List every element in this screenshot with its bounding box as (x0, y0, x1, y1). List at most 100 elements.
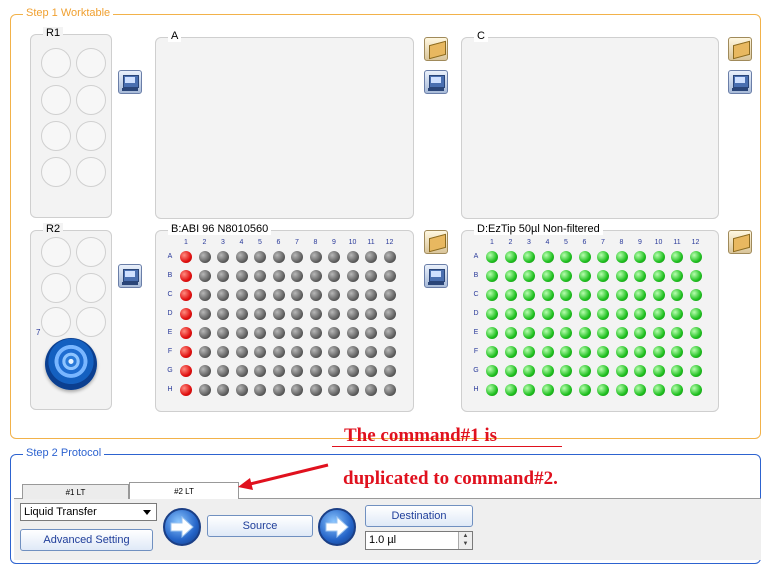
plate-well-E5[interactable] (560, 327, 572, 339)
plate-well-E7[interactable] (597, 327, 609, 339)
plate-well-A11[interactable] (671, 251, 683, 263)
plate-well-F6[interactable] (272, 346, 285, 358)
plate-well-A10[interactable] (346, 251, 359, 263)
plate-well-C5[interactable] (254, 289, 266, 301)
plate-well-B4[interactable] (541, 270, 554, 282)
plate-well-H6[interactable] (578, 384, 591, 396)
plate-well-G3[interactable] (217, 365, 229, 377)
plate-well-H11[interactable] (671, 384, 683, 396)
slot-c-labware-button[interactable] (728, 70, 752, 94)
rack-r2-tube[interactable] (41, 237, 71, 267)
plate-well-D9[interactable] (634, 308, 646, 320)
plate-well-H7[interactable] (291, 384, 303, 396)
plate-well-C4[interactable] (541, 289, 554, 301)
plate-well-E3[interactable] (523, 327, 535, 339)
r1-labware-button[interactable] (118, 70, 142, 94)
plate-well-C7[interactable] (597, 289, 609, 301)
rack-r2-tube[interactable] (41, 273, 71, 303)
plate-well-G7[interactable] (597, 365, 609, 377)
plate-well-F8[interactable] (309, 346, 322, 358)
plate-well-A6[interactable] (272, 251, 285, 263)
plate-well-D12[interactable] (383, 308, 396, 320)
rack-r1-tube[interactable] (41, 121, 71, 151)
plate-well-G1[interactable] (486, 365, 498, 377)
plate-well-E10[interactable] (346, 327, 359, 339)
plate-well-E2[interactable] (504, 327, 517, 339)
plate-well-B10[interactable] (652, 270, 665, 282)
plate-well-D2[interactable] (504, 308, 517, 320)
plate-well-F11[interactable] (671, 346, 683, 358)
plate-well-D4[interactable] (235, 308, 248, 320)
plate-well-E4[interactable] (235, 327, 248, 339)
plate-well-G12[interactable] (689, 365, 702, 377)
plate-well-F7[interactable] (597, 346, 609, 358)
plate-well-A12[interactable] (689, 251, 702, 263)
plate-well-E3[interactable] (217, 327, 229, 339)
plate-well-D11[interactable] (365, 308, 377, 320)
plate-well-H4[interactable] (541, 384, 554, 396)
plate-well-D7[interactable] (597, 308, 609, 320)
plate-well-F10[interactable] (346, 346, 359, 358)
plate-well-B1[interactable] (486, 270, 498, 282)
plate-well-B2[interactable] (198, 270, 211, 282)
plate-well-G7[interactable] (291, 365, 303, 377)
plate-well-C11[interactable] (671, 289, 683, 301)
plate-well-H8[interactable] (615, 384, 628, 396)
plate-well-A6[interactable] (578, 251, 591, 263)
plate-well-D11[interactable] (671, 308, 683, 320)
plate-well-G11[interactable] (365, 365, 377, 377)
plate-well-A5[interactable] (560, 251, 572, 263)
slot-d-tip-button[interactable] (728, 230, 752, 254)
plate-well-E1[interactable] (486, 327, 498, 339)
plate-well-D7[interactable] (291, 308, 303, 320)
plate-well-D10[interactable] (652, 308, 665, 320)
plate-well-H9[interactable] (634, 384, 646, 396)
plate-well-C8[interactable] (615, 289, 628, 301)
plate-well-C9[interactable] (328, 289, 340, 301)
plate-well-A1[interactable] (180, 251, 192, 263)
plate-well-G11[interactable] (671, 365, 683, 377)
slot-a[interactable]: A (155, 30, 414, 219)
plate-well-F9[interactable] (328, 346, 340, 358)
plate-well-G1[interactable] (180, 365, 192, 377)
plate-well-H5[interactable] (560, 384, 572, 396)
volume-input[interactable]: 1.0 µl ▲ ▼ (365, 531, 473, 550)
plate-well-H9[interactable] (328, 384, 340, 396)
plate-well-E12[interactable] (383, 327, 396, 339)
plate-well-D12[interactable] (689, 308, 702, 320)
plate-well-D8[interactable] (615, 308, 628, 320)
slot-a-labware-button[interactable] (424, 70, 448, 94)
plate-well-B12[interactable] (383, 270, 396, 282)
rack-r2-tube[interactable] (76, 307, 106, 337)
plate-well-H2[interactable] (504, 384, 517, 396)
plate-well-A4[interactable] (235, 251, 248, 263)
plate-well-F1[interactable] (486, 346, 498, 358)
plate-well-C6[interactable] (272, 289, 285, 301)
plate-well-C3[interactable] (217, 289, 229, 301)
slot-d[interactable]: D:EzTip 50µl Non-filtered 1 2 3 4 5 6 7 8 9 10 11 1… (461, 223, 719, 412)
plate-well-A5[interactable] (254, 251, 266, 263)
plate-well-B8[interactable] (615, 270, 628, 282)
plate-well-D3[interactable] (523, 308, 535, 320)
plate-well-C2[interactable] (504, 289, 517, 301)
plate-well-A2[interactable] (198, 251, 211, 263)
plate-well-F8[interactable] (615, 346, 628, 358)
plate-well-D5[interactable] (254, 308, 266, 320)
plate-well-C1[interactable] (180, 289, 192, 301)
plate-well-B5[interactable] (560, 270, 572, 282)
plate-well-E5[interactable] (254, 327, 266, 339)
plate-well-B12[interactable] (689, 270, 702, 282)
rack-r2-tube[interactable] (41, 307, 71, 337)
plate-well-F4[interactable] (235, 346, 248, 358)
plate-well-A2[interactable] (504, 251, 517, 263)
plate-well-A9[interactable] (634, 251, 646, 263)
plate-well-B7[interactable] (597, 270, 609, 282)
plate-well-G4[interactable] (235, 365, 248, 377)
plate-well-H10[interactable] (652, 384, 665, 396)
plate-well-H11[interactable] (365, 384, 377, 396)
plate-well-H5[interactable] (254, 384, 266, 396)
plate-well-E9[interactable] (328, 327, 340, 339)
plate-well-F10[interactable] (652, 346, 665, 358)
slot-b-tip-button[interactable] (424, 230, 448, 254)
command-type-select[interactable]: Liquid Transfer (20, 503, 157, 521)
